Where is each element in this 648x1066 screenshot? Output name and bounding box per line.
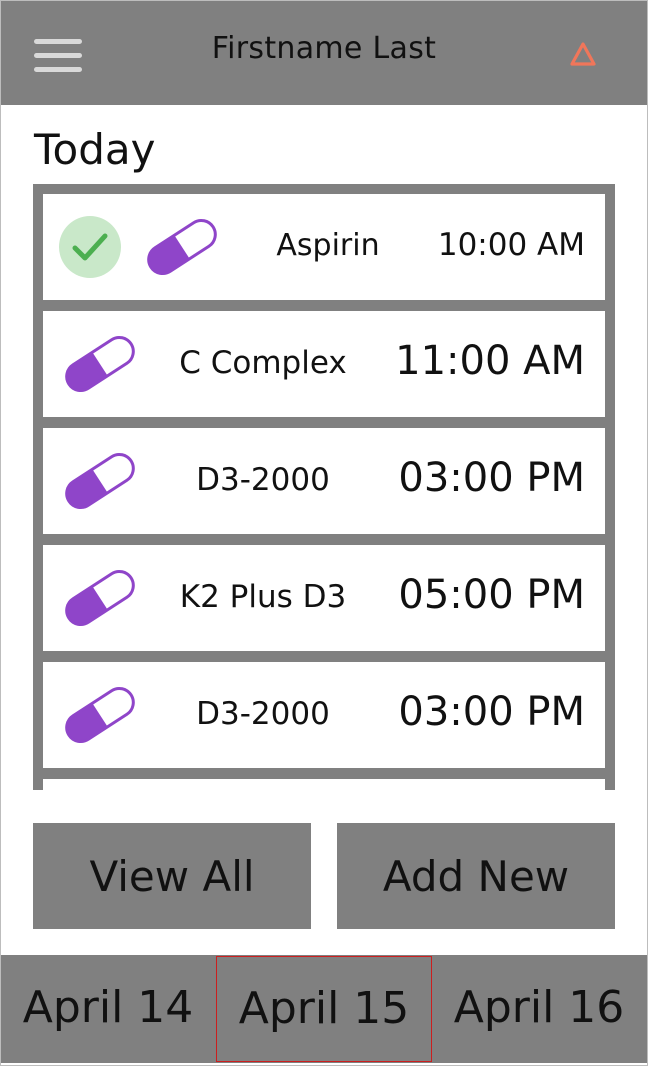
medication-time: 10:00 AM xyxy=(437,227,585,263)
date-selector: April 14 April 15 April 16 xyxy=(1,955,647,1063)
medication-time: 11:00 AM xyxy=(395,338,585,384)
section-title: Today xyxy=(34,125,156,174)
medication-name: D3-2000 xyxy=(196,462,330,498)
checkmark-icon[interactable] xyxy=(59,216,121,278)
medication-name: Aspirin xyxy=(276,228,380,263)
medication-row-partial xyxy=(43,779,605,790)
warning-triangle-icon[interactable] xyxy=(569,41,597,67)
medication-time: 05:00 PM xyxy=(398,572,585,618)
medication-row[interactable]: D3-2000 03:00 PM xyxy=(43,662,605,768)
medication-name: K2 Plus D3 xyxy=(179,579,347,615)
date-current[interactable]: April 15 xyxy=(216,956,432,1062)
user-name-title: Firstname Last xyxy=(211,31,437,66)
pill-capsule-icon xyxy=(61,452,135,512)
pill-capsule-icon xyxy=(61,686,135,746)
pill-capsule-icon xyxy=(61,569,135,629)
pill-capsule-icon xyxy=(61,335,135,395)
medication-row[interactable]: K2 Plus D3 05:00 PM xyxy=(43,545,605,651)
medication-name: D3-2000 xyxy=(196,696,330,732)
pill-capsule-icon xyxy=(143,218,217,278)
date-prev[interactable]: April 14 xyxy=(1,955,215,1061)
medication-name: C Complex xyxy=(179,345,347,381)
medication-row[interactable]: C Complex 11:00 AM xyxy=(43,311,605,417)
app-header: Firstname Last xyxy=(1,1,647,105)
medication-row[interactable]: Aspirin 10:00 AM xyxy=(43,194,605,300)
medication-time: 03:00 PM xyxy=(398,455,585,501)
date-next[interactable]: April 16 xyxy=(431,955,647,1061)
medication-list[interactable]: Aspirin 10:00 AM C Complex 11:00 AM D3-2000 0… xyxy=(33,184,615,790)
medication-time: 03:00 PM xyxy=(398,689,585,735)
add-new-button[interactable]: Add New xyxy=(337,823,615,929)
view-all-button[interactable]: View All xyxy=(33,823,311,929)
medication-row[interactable]: D3-2000 03:00 PM xyxy=(43,428,605,534)
